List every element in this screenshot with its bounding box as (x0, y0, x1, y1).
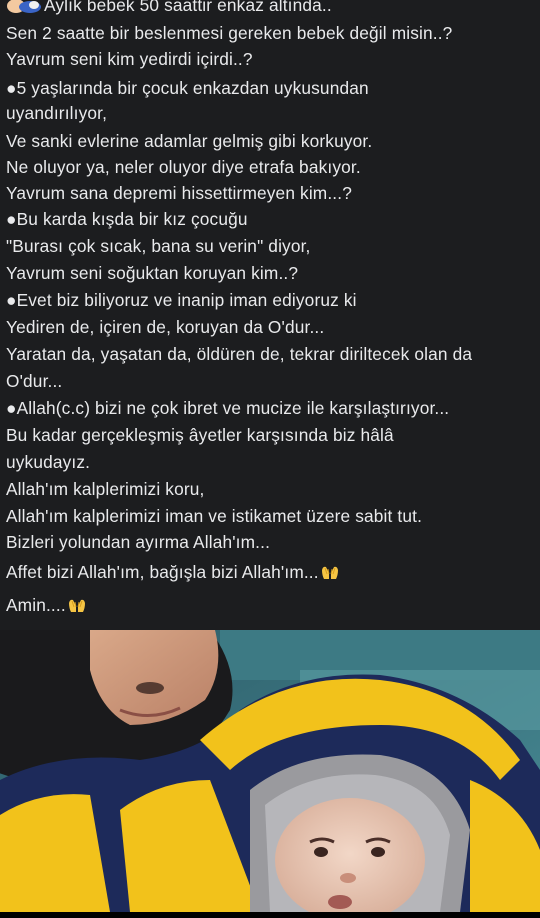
baby-emoji-icon (6, 0, 42, 13)
post-line-9: ●Bu karda kışda bir kız çocuğu (6, 209, 248, 229)
post-line-21: Bizleri yolundan ayırma Allah'ım... (6, 532, 271, 552)
post-line-1: Aylık bebek 50 saattir enkaz altında.. (6, 0, 332, 16)
post-line-4: ●5 yaşlarında bir çocuk enkazdan uykusun… (6, 78, 369, 98)
post-line-7: Ne oluyor ya, neler oluyor diye etrafa b… (6, 157, 361, 177)
post-photo[interactable] (0, 630, 540, 912)
post-line-13: Yediren de, içiren de, koruyan da O'dur.… (6, 317, 325, 337)
post-line-15: O'dur... (6, 371, 63, 391)
post-line-11: Yavrum seni soğuktan koruyan kim..? (6, 263, 299, 283)
post-line-2: Sen 2 saatte bir beslenmesi gereken bebe… (6, 23, 453, 43)
post-line-12: ●Evet biz biliyoruz ve inanip iman ediyo… (6, 290, 357, 310)
bottom-edge (0, 912, 540, 918)
post-line-18: uykudayız. (6, 452, 91, 472)
post-line-16: ●Allah(c.c) bizi ne çok ibret ve mucize … (6, 398, 450, 418)
post-line-6: Ve sanki evlerine adamlar gelmiş gibi ko… (6, 131, 373, 151)
post-line-19: Allah'ım kalplerimizi koru, (6, 479, 205, 499)
post-line-20: Allah'ım kalplerimizi iman ve istikamet … (6, 506, 423, 526)
palms-up-together-icon (68, 596, 86, 612)
post-line-22: Affet bizi Allah'ım, bağışla bizi Allah'… (6, 561, 339, 583)
palms-up-together-icon (321, 563, 339, 579)
post-line-10: "Burası çok sıcak, bana su verin" diyor, (6, 236, 311, 256)
post-line-5: uyandırılıyor, (6, 103, 108, 123)
post-line-8: Yavrum sana depremi hissettirmeyen kim..… (6, 183, 352, 203)
post-line-17: Bu kadar gerçekleşmiş âyetler karşısında… (6, 425, 394, 445)
post-line-14: Yaratan da, yaşatan da, öldüren de, tekr… (6, 344, 473, 364)
post-line-23: Amin.... (6, 594, 86, 616)
post-line-3: Yavrum seni kim yedirdi içirdi..? (6, 49, 253, 69)
